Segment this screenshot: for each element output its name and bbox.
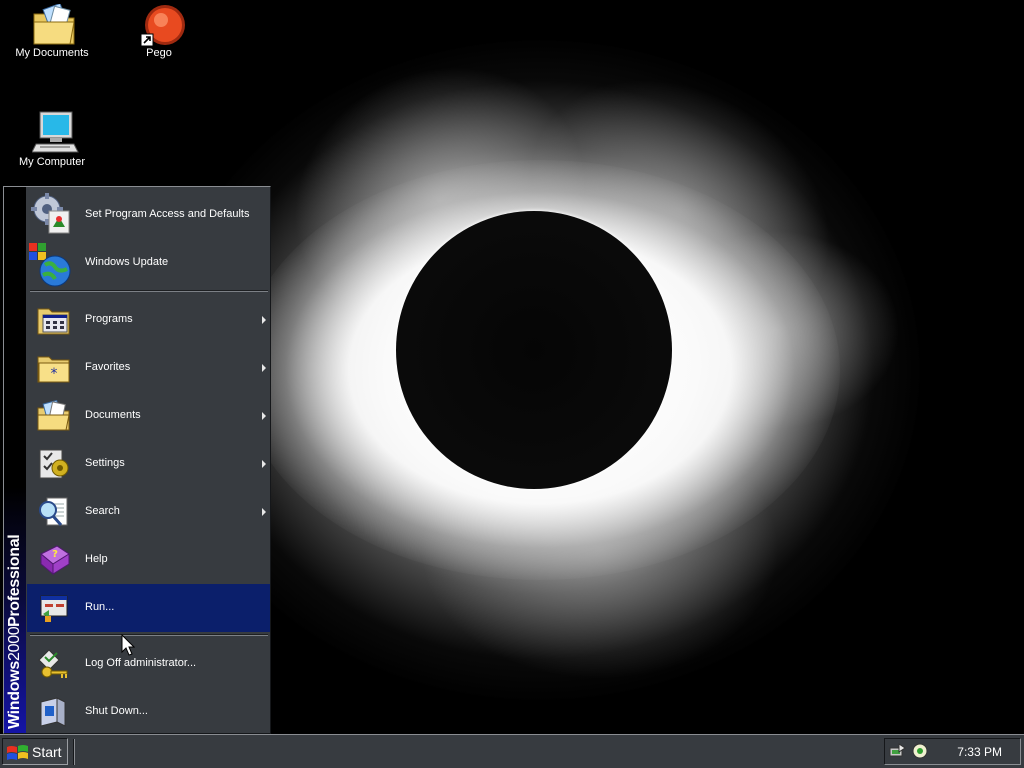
submenu-arrow-icon	[262, 364, 266, 372]
submenu-arrow-icon	[262, 412, 266, 420]
menu-item-windows-update[interactable]: Windows Update	[27, 239, 270, 287]
menu-item-label: Windows Update	[85, 256, 169, 268]
taskbar: Start 7:33 PM	[0, 734, 1024, 768]
documents-icon	[37, 399, 70, 432]
menu-item-help[interactable]: ? Help	[27, 536, 270, 584]
log-off-icon	[37, 648, 69, 680]
start-button-label: Start	[32, 744, 62, 760]
svg-text:*: *	[51, 366, 58, 382]
menu-item-search[interactable]: Search	[27, 488, 270, 536]
menu-item-documents[interactable]: Documents	[27, 392, 270, 440]
menu-item-programs[interactable]: Programs	[27, 296, 270, 344]
program-access-icon	[31, 193, 70, 234]
start-menu-banner-text: Windows 2000 Professional	[4, 499, 26, 729]
start-menu-banner: Windows 2000 Professional	[4, 187, 26, 733]
menu-item-shut-down[interactable]: Shut Down...	[27, 688, 270, 736]
menu-separator	[30, 290, 268, 292]
desktop-icon-pego[interactable]: Pego	[114, 4, 204, 60]
menu-item-label: Settings	[85, 457, 125, 469]
menu-item-label: Run...	[85, 601, 115, 613]
submenu-arrow-icon	[262, 508, 266, 516]
menu-item-label: Documents	[85, 409, 141, 421]
eclipse-moon	[396, 211, 672, 489]
folder-documents-icon	[32, 2, 75, 45]
menu-item-set-program-access[interactable]: Set Program Access and Defaults	[27, 191, 270, 239]
menu-item-label: Help	[85, 553, 108, 565]
menu-item-label: Shut Down...	[85, 705, 148, 717]
start-menu: Windows 2000 Professional Set Program Ac…	[3, 186, 271, 734]
windows-update-icon	[29, 243, 71, 287]
menu-item-log-off[interactable]: Log Off administrator...	[27, 640, 270, 688]
help-icon: ?	[37, 544, 70, 576]
menu-item-settings[interactable]: Settings	[27, 440, 270, 488]
banner-edition: Professional	[6, 534, 23, 627]
menu-separator	[30, 634, 268, 636]
favorites-icon: *	[37, 352, 70, 384]
start-button[interactable]: Start	[2, 738, 68, 765]
computer-icon	[31, 110, 79, 153]
taskbar-grip[interactable]	[73, 739, 75, 765]
menu-item-label: Log Off administrator...	[85, 657, 197, 669]
menu-item-label: Favorites	[85, 361, 131, 373]
mouse-cursor-icon	[121, 634, 135, 656]
desktop-icon-my-documents[interactable]: My Documents	[7, 2, 97, 60]
menu-item-label: Programs	[85, 313, 133, 325]
submenu-arrow-icon	[262, 316, 266, 324]
windows-flag-icon	[7, 745, 28, 760]
submenu-arrow-icon	[262, 460, 266, 468]
menu-item-label: Set Program Access and Defaults	[85, 208, 250, 220]
volume-icon[interactable]	[911, 742, 929, 760]
settings-icon	[37, 448, 69, 480]
desktop-icon-my-computer[interactable]: My Computer	[7, 110, 97, 169]
programs-icon	[37, 304, 70, 336]
network-icon[interactable]	[889, 742, 907, 760]
desktop-icon-label: My Computer	[16, 156, 88, 169]
search-icon	[37, 496, 69, 528]
banner-version: 2000	[6, 626, 23, 662]
menu-item-favorites[interactable]: * Favorites	[27, 344, 270, 392]
svg-text:?: ?	[52, 549, 58, 560]
shut-down-icon	[37, 696, 69, 728]
pego-shortcut-icon	[139, 4, 185, 47]
menu-item-label: Search	[85, 505, 120, 517]
menu-item-run[interactable]: Run...	[27, 584, 270, 632]
clock[interactable]: 7:33 PM	[957, 745, 1002, 759]
run-icon	[37, 592, 69, 624]
banner-windows: Windows	[6, 661, 23, 729]
system-tray: 7:33 PM	[884, 738, 1021, 765]
desktop-icon-label: My Documents	[13, 47, 91, 60]
